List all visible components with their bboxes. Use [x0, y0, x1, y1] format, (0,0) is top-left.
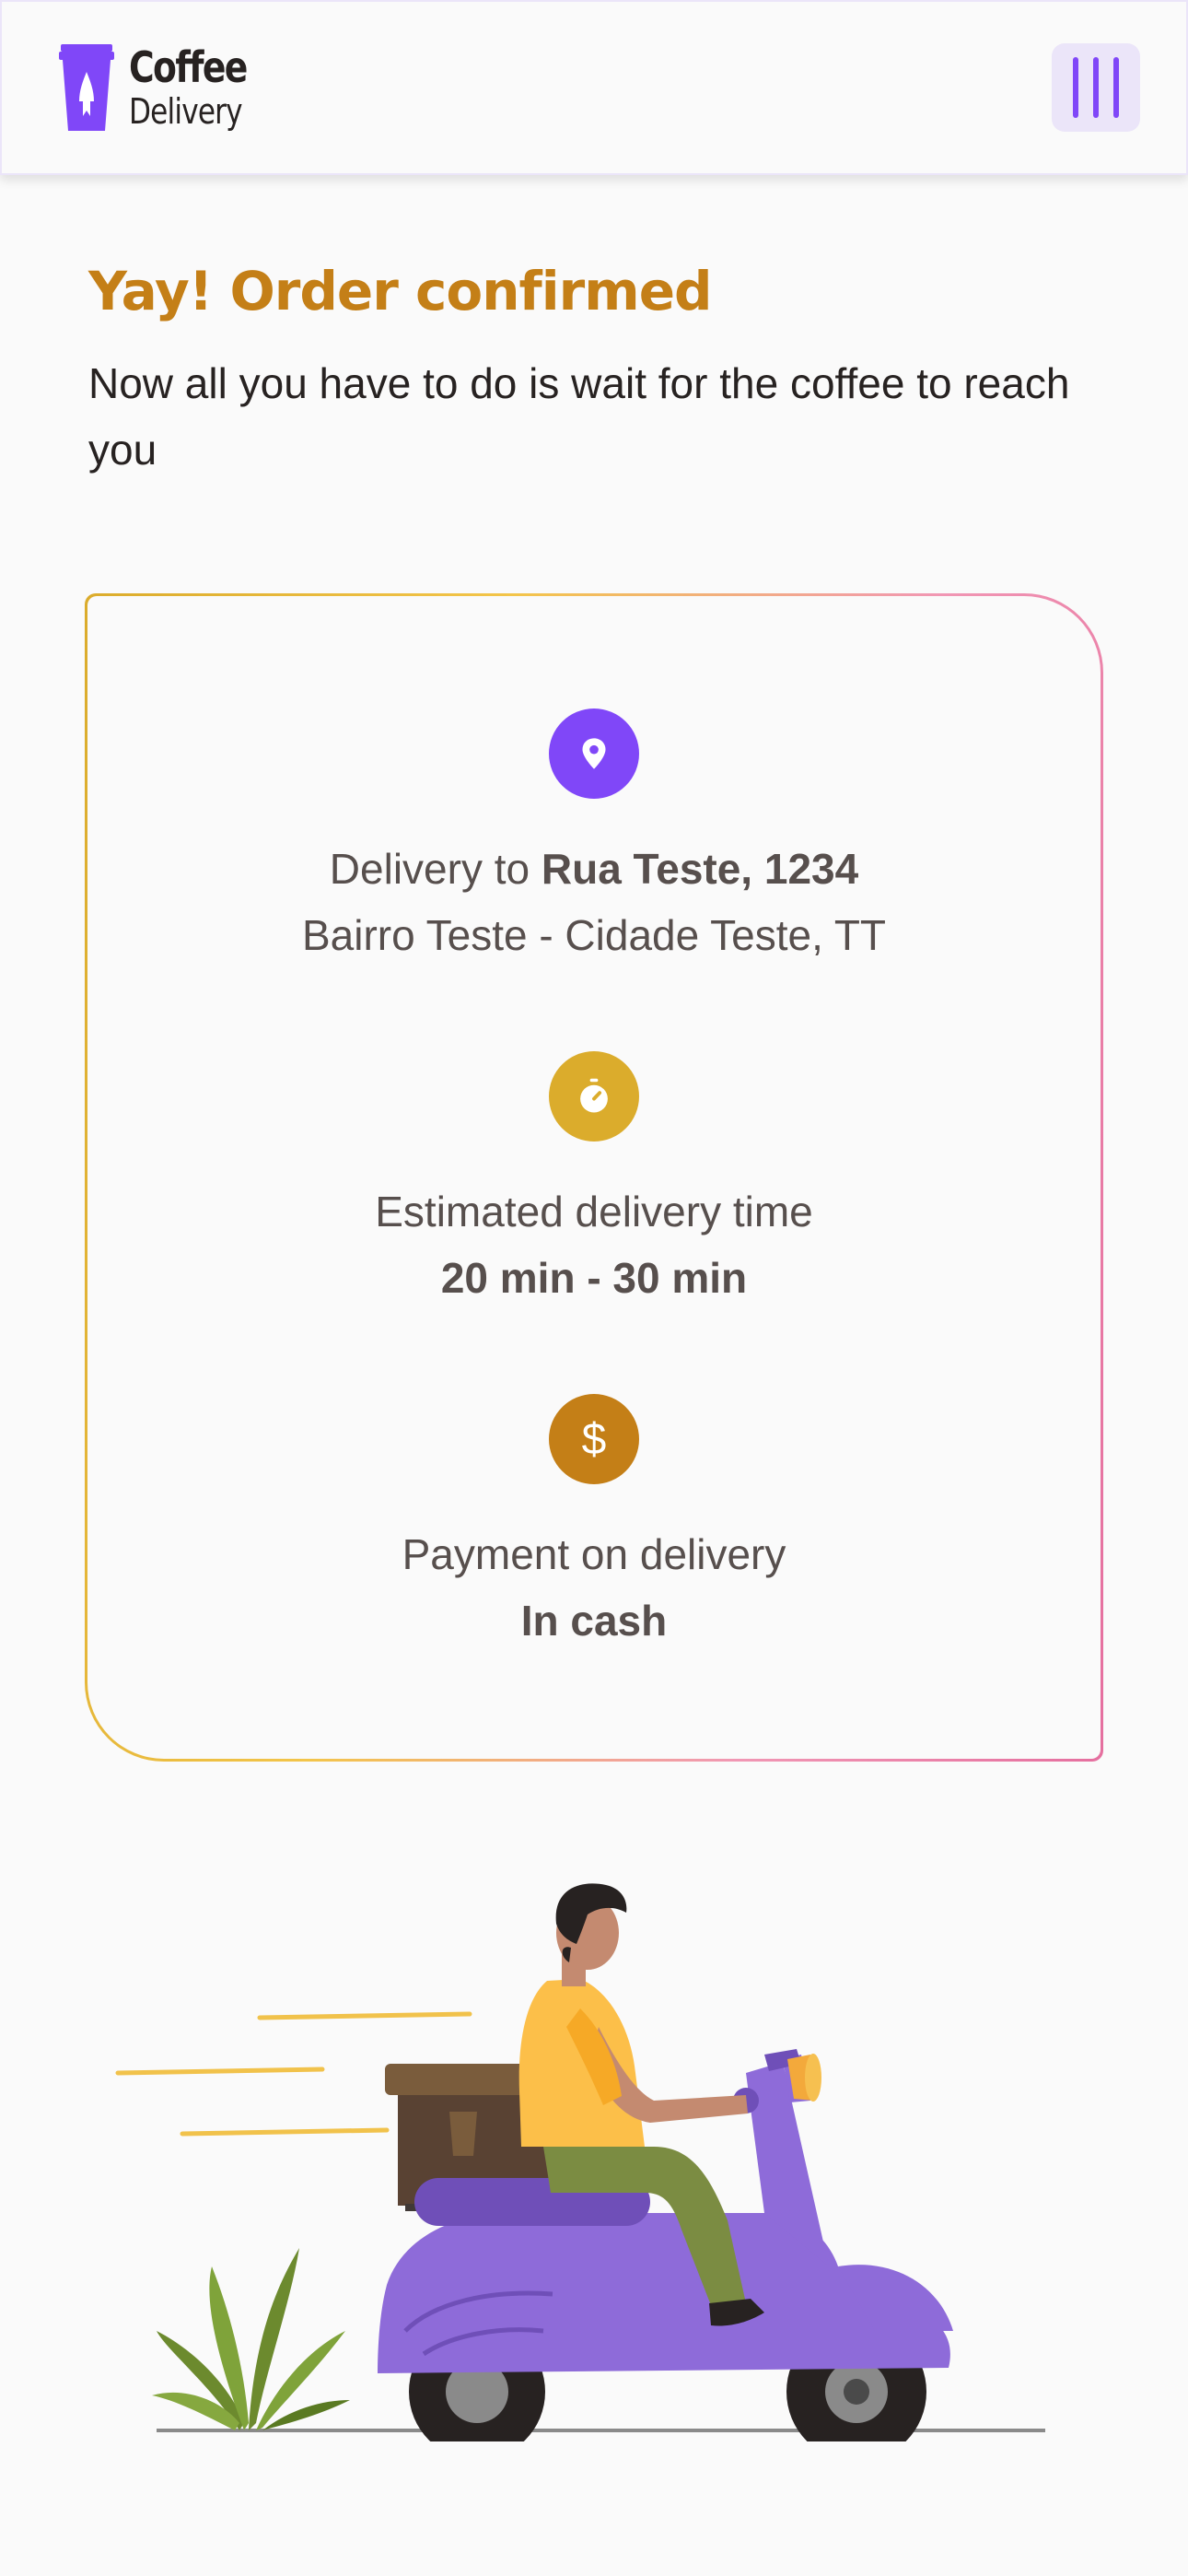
payment-info: $ Payment on delivery In cash [87, 1394, 1101, 1654]
delivery-time-label: Estimated delivery time [375, 1188, 813, 1235]
order-info-card: Delivery to Rua Teste, 1234 Bairro Teste… [85, 593, 1103, 1762]
delivery-time-value: 20 min - 30 min [440, 1254, 748, 1302]
app-header: Coffee Delivery [0, 0, 1188, 175]
delivery-time-info: Estimated delivery time 20 min - 30 min [87, 1051, 1101, 1311]
delivery-address: Rua Teste, 1234 [541, 845, 859, 893]
delivery-prefix: Delivery to [329, 845, 542, 893]
delivery-area: Bairro Teste - Cidade Teste, TT [301, 911, 887, 959]
menu-bars-icon [1073, 57, 1078, 118]
menu-button[interactable] [1052, 43, 1140, 132]
page-title: Yay! Order confirmed [88, 260, 713, 322]
map-pin-icon [549, 708, 639, 799]
logo[interactable]: Coffee Delivery [59, 44, 273, 131]
coffee-cup-icon [59, 44, 114, 131]
logo-title: Coffee [129, 42, 248, 92]
page-subtitle: Now all you have to do is wait for the c… [88, 359, 1070, 474]
delivery-scooter-illustration [115, 1883, 1045, 2441]
dollar-icon: $ [549, 1394, 639, 1484]
payment-label: Payment on delivery [402, 1530, 786, 1578]
payment-value: In cash [520, 1597, 668, 1645]
delivery-address-info: Delivery to Rua Teste, 1234 Bairro Teste… [87, 708, 1101, 968]
timer-icon [549, 1051, 639, 1142]
logo-subtitle: Delivery [129, 91, 243, 132]
